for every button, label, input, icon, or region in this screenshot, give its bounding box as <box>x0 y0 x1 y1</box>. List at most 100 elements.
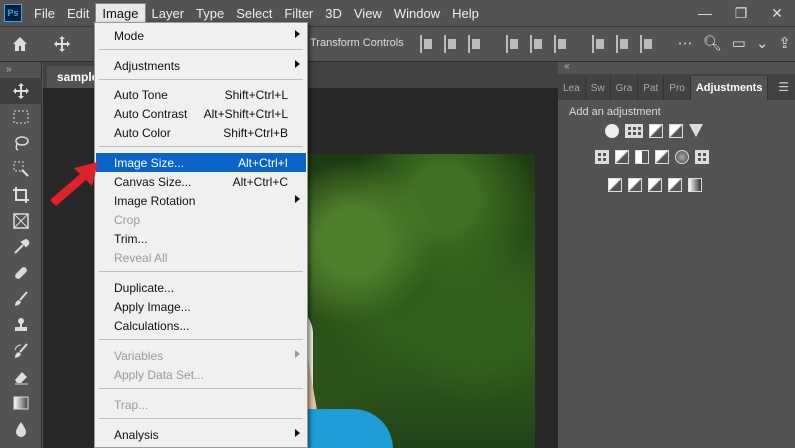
menu-file[interactable]: File <box>28 3 61 23</box>
menu-item-apply-image[interactable]: Apply Image... <box>96 297 306 316</box>
brightness-contrast-icon[interactable] <box>605 124 619 138</box>
lasso-icon <box>15 136 29 151</box>
menu-item-shortcut: Shift+Ctrl+L <box>224 87 288 102</box>
share-icon[interactable]: ⇪ <box>778 34 791 52</box>
align-middle-icon[interactable] <box>530 35 544 53</box>
photo-filter-icon[interactable] <box>655 150 669 164</box>
collapse-toolbar-icon[interactable]: » <box>0 62 41 78</box>
vibrance-icon[interactable] <box>689 124 703 137</box>
menu-item-label: Analysis <box>114 427 159 442</box>
more-options-icon[interactable]: ⋯ <box>678 34 693 52</box>
distribute-top-icon[interactable] <box>592 35 606 53</box>
menu-item-auto-color[interactable]: Auto Color Shift+Ctrl+B <box>96 123 306 142</box>
gradient-map-icon[interactable] <box>688 178 702 192</box>
options-right-tools: ⋯ 🔍︎ ▭ ⌄ ⇪ <box>678 34 791 52</box>
align-right-icon[interactable] <box>468 35 482 53</box>
tools-panel: » <box>0 62 42 448</box>
hue-saturation-icon[interactable] <box>595 150 609 164</box>
menu-item-image-size[interactable]: Image Size... Alt+Ctrl+I <box>96 153 306 172</box>
menu-layer[interactable]: Layer <box>146 3 191 23</box>
menu-edit[interactable]: Edit <box>61 3 95 23</box>
close-button[interactable]: ✕ <box>759 5 795 22</box>
menu-select[interactable]: Select <box>230 3 278 23</box>
menu-3d[interactable]: 3D <box>319 3 348 23</box>
transform-controls-label[interactable]: Transform Controls <box>310 37 404 49</box>
menu-item-canvas-size[interactable]: Canvas Size... Alt+Ctrl+C <box>96 172 306 191</box>
selective-color-icon[interactable] <box>668 178 682 192</box>
workspace-icon[interactable]: ▭ <box>732 34 746 52</box>
menu-filter[interactable]: Filter <box>278 3 319 23</box>
color-balance-icon[interactable] <box>615 150 629 164</box>
menu-item-trim[interactable]: Trim... <box>96 229 306 248</box>
menu-item-auto-tone[interactable]: Auto Tone Shift+Ctrl+L <box>96 85 306 104</box>
eraser-tool[interactable] <box>0 364 42 390</box>
annotation-arrow-icon <box>50 162 98 206</box>
menu-item-label: Reveal All <box>114 250 168 265</box>
clone-stamp-tool[interactable] <box>0 312 42 338</box>
posterize-icon[interactable] <box>628 178 642 192</box>
quick-selection-tool[interactable] <box>0 156 42 182</box>
menu-type[interactable]: Type <box>190 3 230 23</box>
menu-item-label: Auto Color <box>114 125 171 140</box>
minimize-button[interactable]: — <box>687 5 723 21</box>
menu-item-auto-contrast[interactable]: Auto Contrast Alt+Shift+Ctrl+L <box>96 104 306 123</box>
move-tool-icon[interactable] <box>50 32 74 56</box>
lasso-tool[interactable] <box>0 130 42 156</box>
brush-tool[interactable] <box>0 286 42 312</box>
healing-brush-tool[interactable] <box>0 260 42 286</box>
align-top-icon[interactable] <box>506 35 520 53</box>
menu-item-adjustments[interactable]: Adjustments <box>96 56 306 75</box>
menu-image[interactable]: Image <box>95 3 146 23</box>
frame-tool[interactable] <box>0 208 42 234</box>
exposure-icon[interactable] <box>669 124 683 138</box>
distribute-bottom-icon[interactable] <box>640 35 654 53</box>
eyedropper-icon <box>14 238 30 254</box>
search-icon[interactable]: 🔍︎ <box>703 34 722 52</box>
tab-patterns[interactable]: Pat <box>638 76 665 100</box>
crop-tool[interactable] <box>0 182 42 208</box>
gradient-tool[interactable] <box>0 390 42 416</box>
tab-adjustments[interactable]: Adjustments <box>690 76 769 100</box>
menu-item-image-rotation[interactable]: Image Rotation <box>96 191 306 210</box>
align-center-icon[interactable] <box>444 35 458 53</box>
menu-item-calculations[interactable]: Calculations... <box>96 316 306 335</box>
menu-help[interactable]: Help <box>446 3 485 23</box>
menu-item-label: Mode <box>114 28 145 43</box>
collapse-panels-icon[interactable]: « <box>558 62 795 74</box>
menu-separator <box>99 418 303 419</box>
menu-item-label: Variables <box>114 348 164 363</box>
threshold-icon[interactable] <box>648 178 662 192</box>
black-white-icon[interactable] <box>635 150 649 164</box>
home-icon[interactable] <box>8 32 32 56</box>
tab-gradients[interactable]: Gra <box>611 76 639 100</box>
history-brush-tool[interactable] <box>0 338 42 364</box>
menu-item-label: Apply Image... <box>114 299 191 314</box>
chevron-down-icon[interactable]: ⌄ <box>756 34 769 52</box>
levels-icon[interactable] <box>625 124 643 138</box>
menu-view[interactable]: View <box>348 3 388 23</box>
align-left-icon[interactable] <box>420 35 434 53</box>
menu-item-analysis[interactable]: Analysis <box>96 425 306 444</box>
eyedropper-tool[interactable] <box>0 234 42 260</box>
channel-mixer-icon[interactable] <box>675 150 689 164</box>
tab-layers[interactable]: Lea <box>558 76 586 100</box>
restore-button[interactable]: ❐ <box>723 5 759 22</box>
tab-properties[interactable]: Pro <box>664 76 691 100</box>
align-bottom-icon[interactable] <box>554 35 568 53</box>
menu-item-duplicate[interactable]: Duplicate... <box>96 278 306 297</box>
tab-swatches[interactable]: Sw <box>586 76 611 100</box>
menu-item-label: Trap... <box>114 397 149 412</box>
invert-icon[interactable] <box>608 178 622 192</box>
distribute-middle-icon[interactable] <box>616 35 630 53</box>
menu-separator <box>99 146 303 147</box>
color-lookup-icon[interactable] <box>695 150 709 164</box>
blur-tool[interactable] <box>0 416 42 442</box>
eraser-icon <box>15 372 28 385</box>
menu-item-mode[interactable]: Mode <box>96 26 306 45</box>
move-tool[interactable] <box>0 78 42 104</box>
curves-icon[interactable] <box>649 124 663 138</box>
menu-window[interactable]: Window <box>388 3 446 23</box>
marquee-tool[interactable] <box>0 104 42 130</box>
panel-menu-icon[interactable]: ☰ <box>778 80 789 94</box>
brush-icon <box>15 291 28 306</box>
